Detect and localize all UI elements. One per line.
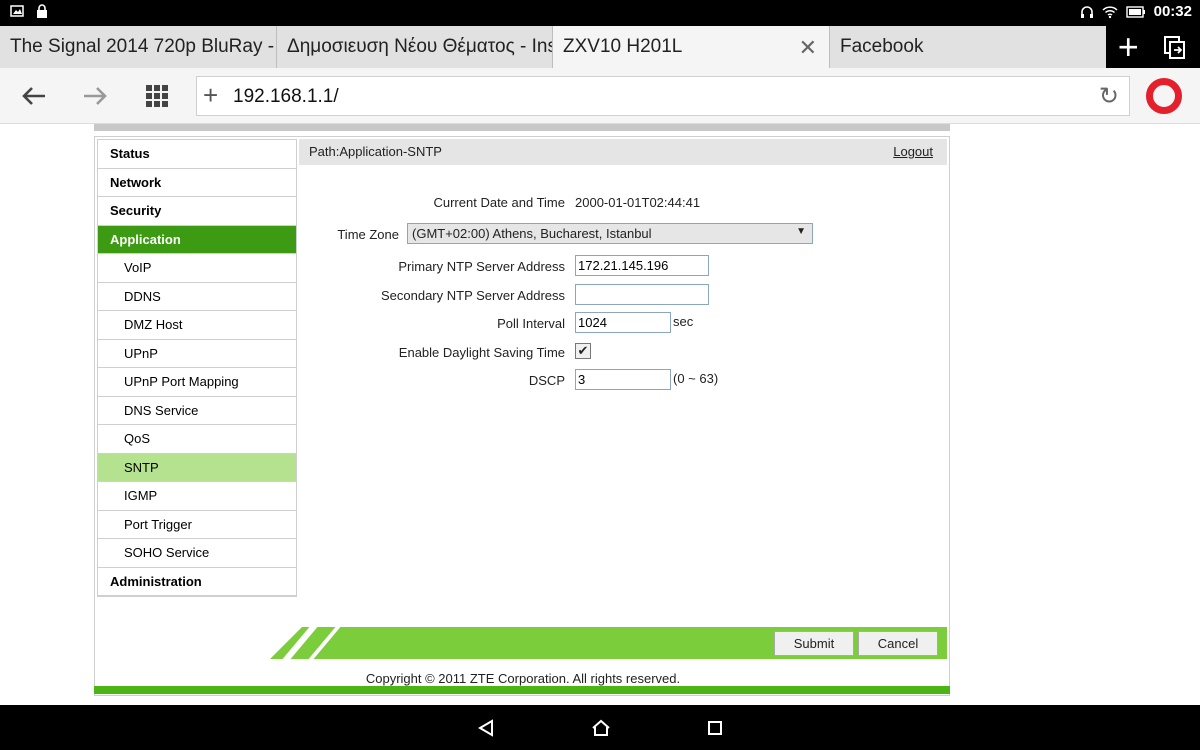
recents-icon[interactable]	[707, 720, 723, 736]
breadcrumb-path: Path:Application-SNTP	[309, 144, 442, 159]
cancel-button[interactable]: Cancel	[858, 631, 938, 656]
dscp-range-hint: (0 ~ 63)	[673, 371, 719, 386]
current-time-row: Current Date and Time 2000-01-01T02:44:4…	[299, 191, 939, 215]
dscp-input[interactable]: 3	[575, 369, 671, 390]
tab-title: Facebook	[840, 36, 924, 57]
current-time-value: 2000-01-01T02:44:41	[575, 195, 701, 210]
sidebar-item-network[interactable]: Network	[98, 168, 296, 197]
sidebar-item-administration[interactable]: Administration	[98, 567, 296, 596]
tab-title: Δημοσιευση Νέου Θέματος - Insa	[287, 36, 553, 57]
breadcrumb: Path:Application-SNTP Logout	[299, 139, 947, 165]
tab-router[interactable]: ZXV10 H201L ✕	[553, 26, 830, 68]
back-icon[interactable]	[477, 718, 495, 737]
wifi-icon	[1102, 5, 1118, 18]
screenshot-icon	[10, 5, 24, 17]
dst-checkbox[interactable]: ✔	[575, 343, 591, 359]
sidebar-item-dmz-host[interactable]: DMZ Host	[98, 311, 296, 340]
copyright-text: Copyright © 2011 ZTE Corporation. All ri…	[365, 671, 681, 686]
clock: 00:32	[1153, 3, 1192, 20]
dscp-row: DSCP 3 (0 ~ 63)	[299, 369, 939, 393]
tab-actions: +	[1106, 26, 1200, 68]
tab-facebook[interactable]: Facebook	[830, 26, 1106, 68]
primary-ntp-input[interactable]: 172.21.145.196	[575, 255, 709, 276]
poll-interval-input[interactable]: 1024	[575, 312, 671, 333]
tab-forum-post[interactable]: Δημοσιευση Νέου Θέματος - Insa	[277, 26, 553, 68]
poll-interval-unit: sec	[673, 314, 694, 329]
timezone-label: Time Zone	[337, 227, 399, 242]
sidebar-item-voip[interactable]: VoIP	[98, 254, 296, 283]
router-frame: Status Network Security Application VoIP…	[94, 136, 950, 696]
status-bar: 00:32	[0, 0, 1200, 26]
tab-title: The Signal 2014 720p BluRay - Vi	[10, 36, 277, 57]
primary-ntp-row: Primary NTP Server Address 172.21.145.19…	[299, 255, 939, 279]
battery-icon	[1125, 5, 1145, 18]
action-bar: Submit Cancel	[270, 627, 947, 659]
primary-ntp-label: Primary NTP Server Address	[398, 259, 565, 274]
sidebar-item-application[interactable]: Application	[98, 225, 296, 254]
sidebar-item-dns-service[interactable]: DNS Service	[98, 396, 296, 425]
dropdown-arrow-icon: ▼	[796, 226, 806, 237]
secondary-ntp-input[interactable]	[575, 284, 709, 305]
secondary-ntp-row: Secondary NTP Server Address	[299, 284, 939, 308]
sidebar-item-security[interactable]: Security	[98, 197, 296, 226]
dst-row: Enable Daylight Saving Time ✔	[299, 341, 939, 365]
sidebar-item-ddns[interactable]: DDNS	[98, 282, 296, 311]
address-bar: + 192.168.1.1/ ↻	[0, 68, 1200, 124]
lock-icon	[37, 4, 47, 18]
sidebar-item-status[interactable]: Status	[98, 140, 296, 169]
speed-dial-grid-icon[interactable]	[139, 78, 175, 114]
forward-arrow-icon[interactable]	[77, 78, 113, 114]
system-nav-bar	[0, 705, 1200, 750]
headphones-icon	[1080, 5, 1093, 18]
sidebar-item-igmp[interactable]: IGMP	[98, 482, 296, 511]
tab-strip: The Signal 2014 720p BluRay - Vi Δημοσιε…	[0, 26, 1200, 68]
poll-interval-label: Poll Interval	[497, 316, 565, 331]
new-tab-icon[interactable]: +	[1118, 29, 1139, 65]
tab-switcher-icon[interactable]	[1162, 34, 1188, 60]
back-arrow-icon[interactable]	[16, 78, 52, 114]
sidebar-item-qos[interactable]: QoS	[98, 425, 296, 454]
timezone-select[interactable]: (GMT+02:00) Athens, Bucharest, Istanbul …	[407, 223, 813, 244]
current-time-label: Current Date and Time	[433, 195, 565, 210]
timezone-selected: (GMT+02:00) Athens, Bucharest, Istanbul	[412, 226, 652, 241]
logout-link[interactable]: Logout	[893, 144, 933, 159]
sidebar-item-sntp[interactable]: SNTP	[98, 453, 296, 482]
url-field[interactable]: + 192.168.1.1/ ↻	[196, 76, 1130, 116]
dst-label: Enable Daylight Saving Time	[398, 345, 565, 360]
submit-button[interactable]: Submit	[774, 631, 854, 656]
sidebar-item-upnp[interactable]: UPnP	[98, 339, 296, 368]
url-text[interactable]: 192.168.1.1/	[233, 86, 339, 108]
bottom-divider	[94, 686, 950, 694]
timezone-row: Time Zone (GMT+02:00) Athens, Bucharest,…	[299, 223, 939, 247]
opera-menu-icon[interactable]	[1146, 78, 1182, 114]
router-page: Status Network Security Application VoIP…	[0, 124, 1200, 705]
close-tab-icon[interactable]: ✕	[799, 35, 817, 61]
home-icon[interactable]	[591, 719, 611, 737]
sidebar-item-soho-service[interactable]: SOHO Service	[98, 539, 296, 568]
poll-interval-row: Poll Interval 1024 sec	[299, 312, 939, 336]
tab-title: ZXV10 H201L	[563, 36, 683, 57]
top-divider	[94, 124, 950, 131]
sidebar-menu: Status Network Security Application VoIP…	[97, 139, 297, 597]
dscp-label: DSCP	[528, 373, 565, 388]
tab-signal[interactable]: The Signal 2014 720p BluRay - Vi	[0, 26, 277, 68]
secondary-ntp-label: Secondary NTP Server Address	[380, 288, 565, 303]
sidebar-item-upnp-port-mapping[interactable]: UPnP Port Mapping	[98, 368, 296, 397]
add-bookmark-icon[interactable]: +	[203, 80, 218, 111]
sidebar-item-port-trigger[interactable]: Port Trigger	[98, 510, 296, 539]
reload-icon[interactable]: ↻	[1099, 82, 1119, 111]
